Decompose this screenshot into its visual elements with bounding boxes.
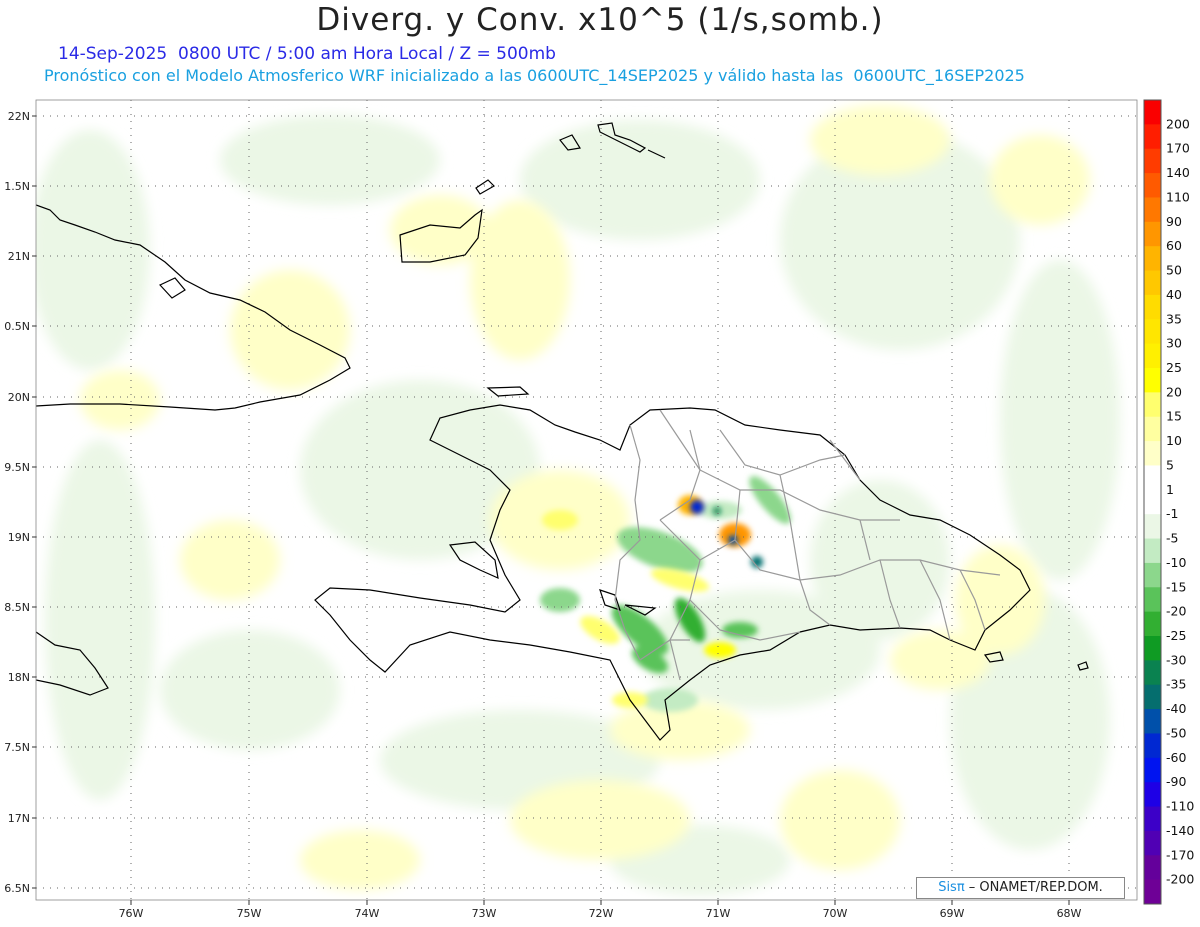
divergence-map: 22N 1.5N 21N 0.5N 20N 9.5N 19N 8.5N 18N 7.5N 17N 6.… bbox=[4, 99, 1194, 920]
colorbar-swatch bbox=[1144, 782, 1161, 808]
colorbar-swatch bbox=[1144, 100, 1161, 125]
colorbar-swatch bbox=[1144, 465, 1161, 491]
colorbar-swatch bbox=[1144, 343, 1161, 369]
colorbar-label: -50 bbox=[1166, 725, 1186, 740]
lon-label: 76W bbox=[119, 907, 144, 920]
colorbar-swatch bbox=[1144, 416, 1161, 442]
lat-label: 18N bbox=[8, 671, 30, 684]
credit-box: Sisπ – ONAMET/REP.DOM. bbox=[916, 877, 1125, 899]
latitude-axis: 22N 1.5N 21N 0.5N 20N 9.5N 19N 8.5N 18N 7.5N 17N 6.… bbox=[4, 110, 36, 895]
colorbar-swatch bbox=[1144, 368, 1161, 393]
colorbar-swatch bbox=[1144, 319, 1161, 345]
colorbar-swatch bbox=[1144, 514, 1161, 540]
colorbar-label: 140 bbox=[1166, 165, 1190, 180]
lon-label: 74W bbox=[355, 907, 380, 920]
colorbar-swatch bbox=[1144, 757, 1161, 783]
lon-label: 75W bbox=[237, 907, 262, 920]
colorbar-label: 20 bbox=[1166, 384, 1182, 399]
colorbar-label: 90 bbox=[1166, 214, 1182, 229]
colorbar-swatch bbox=[1144, 855, 1161, 881]
lat-label: 1.5N bbox=[4, 180, 30, 193]
colorbar-swatch bbox=[1144, 830, 1161, 856]
colorbar-swatch bbox=[1144, 709, 1161, 734]
sispi-logo: Sisπ bbox=[938, 880, 965, 895]
colorbar-label: -20 bbox=[1166, 604, 1186, 619]
colorbar-label: 60 bbox=[1166, 238, 1182, 253]
colorbar-label: 1 bbox=[1166, 482, 1174, 497]
colorbar-swatch bbox=[1144, 148, 1161, 174]
lon-label: 72W bbox=[589, 907, 614, 920]
colorbar-swatch bbox=[1144, 441, 1161, 466]
colorbar-swatch bbox=[1144, 270, 1161, 296]
colorbar-label: 200 bbox=[1166, 116, 1190, 131]
colorbar-label: -35 bbox=[1166, 677, 1186, 692]
credit-text: – ONAMET/REP.DOM. bbox=[964, 880, 1103, 895]
lat-label: 20N bbox=[8, 391, 30, 404]
colorbar-label: 30 bbox=[1166, 336, 1182, 351]
colorbar-label: 5 bbox=[1166, 457, 1174, 472]
colorbar-swatch bbox=[1144, 660, 1161, 686]
colorbar-swatch bbox=[1144, 197, 1161, 223]
lat-label: 17N bbox=[8, 812, 30, 825]
colorbar-label: 40 bbox=[1166, 287, 1182, 302]
lat-label: 0.5N bbox=[4, 320, 30, 333]
colorbar-label: 15 bbox=[1166, 409, 1182, 424]
colorbar-swatch bbox=[1144, 806, 1161, 832]
lat-label: 7.5N bbox=[4, 741, 30, 754]
colorbar-label: -25 bbox=[1166, 628, 1186, 643]
colorbar-label: -5 bbox=[1166, 531, 1178, 546]
colorbar-swatch bbox=[1144, 587, 1161, 613]
lon-label: 69W bbox=[940, 907, 965, 920]
colorbar-label: -30 bbox=[1166, 652, 1186, 667]
lon-label: 68W bbox=[1057, 907, 1082, 920]
colorbar-label: 110 bbox=[1166, 189, 1190, 204]
lat-label: 22N bbox=[8, 110, 30, 123]
colorbar-label: -1 bbox=[1166, 506, 1178, 521]
colorbar-label: -170 bbox=[1166, 847, 1194, 862]
colorbar-label: -110 bbox=[1166, 799, 1194, 814]
colorbar-label: -60 bbox=[1166, 750, 1186, 765]
colorbar-swatch bbox=[1144, 173, 1161, 198]
lon-label: 73W bbox=[472, 907, 497, 920]
colorbar-label: -15 bbox=[1166, 579, 1186, 594]
colorbar-label: -40 bbox=[1166, 701, 1186, 716]
longitude-axis: 76W 75W 74W 73W 72W 71W 70W 69W 68W bbox=[119, 900, 1082, 920]
colorbar-swatch bbox=[1144, 684, 1161, 710]
colorbar-label: 170 bbox=[1166, 141, 1190, 156]
lat-label: 9.5N bbox=[4, 461, 30, 474]
lat-label: 21N bbox=[8, 250, 30, 263]
colorbar-label: 10 bbox=[1166, 433, 1182, 448]
colorbar-swatch bbox=[1144, 636, 1161, 661]
colorbar-swatch bbox=[1144, 562, 1161, 588]
colorbar-swatch bbox=[1144, 221, 1161, 247]
colorbar-label: 35 bbox=[1166, 311, 1182, 326]
lon-label: 71W bbox=[706, 907, 731, 920]
lat-label: 6.5N bbox=[4, 882, 30, 895]
colorbar-label: -200 bbox=[1166, 872, 1194, 887]
colorbar-swatch bbox=[1144, 733, 1161, 759]
colorbar-label: -90 bbox=[1166, 774, 1186, 789]
colorbar-swatch bbox=[1144, 611, 1161, 637]
colorbar-swatch bbox=[1144, 294, 1161, 320]
colorbar-labels: 200 170 140 110 90 60 50 40 35 30 25 20 15 10 5 1 -1 -5 -1… bbox=[1166, 116, 1194, 886]
colorbar-swatch bbox=[1144, 392, 1161, 418]
colorbar-label: 25 bbox=[1166, 360, 1182, 375]
colorbar-swatch bbox=[1144, 246, 1161, 272]
colorbar-swatch bbox=[1144, 538, 1161, 564]
colorbar-label: 50 bbox=[1166, 263, 1182, 278]
colorbar-swatch bbox=[1144, 489, 1161, 515]
colorbar-swatch bbox=[1144, 124, 1161, 150]
colorbar-label: -10 bbox=[1166, 555, 1186, 570]
colorbar-swatch bbox=[1144, 879, 1161, 905]
colorbar bbox=[1143, 99, 1162, 905]
lat-label: 8.5N bbox=[4, 601, 30, 614]
colorbar-label: -140 bbox=[1166, 823, 1194, 838]
lon-label: 70W bbox=[823, 907, 848, 920]
lat-label: 19N bbox=[8, 531, 30, 544]
